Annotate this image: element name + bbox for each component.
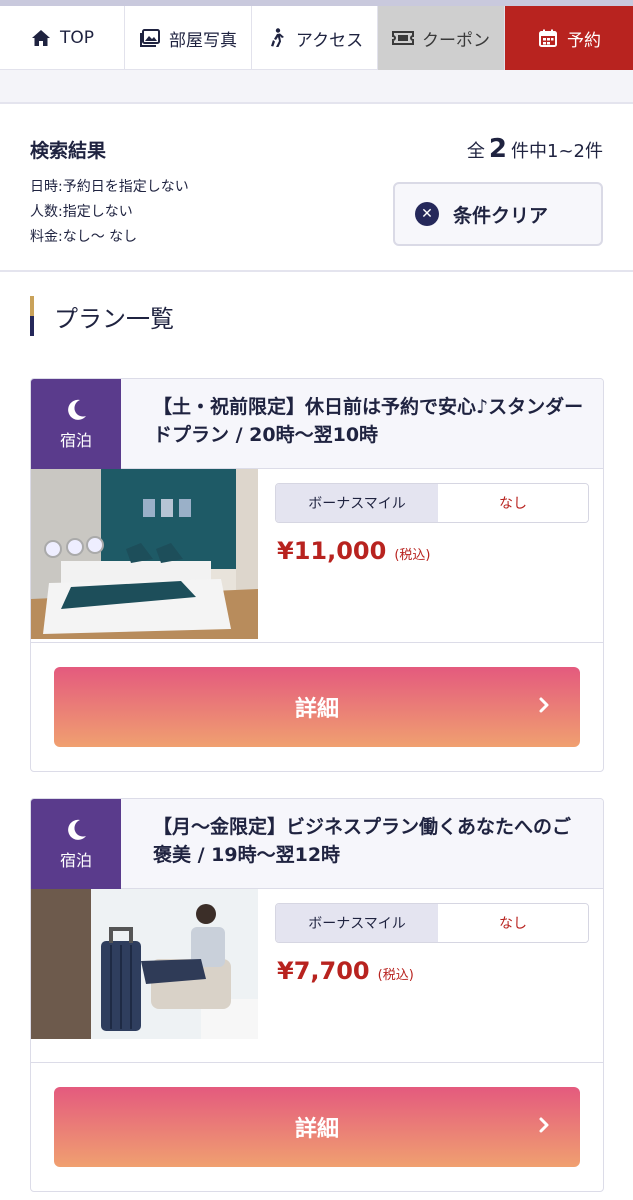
plan-list-title: プラン一覧 xyxy=(54,304,174,333)
nav-access-button[interactable]: アクセス xyxy=(252,6,378,70)
plan-title[interactable]: 【月〜金限定】ビジネスプラン働くあなたへのご褒美 / 19時〜翌12時 xyxy=(153,813,587,869)
moon-icon xyxy=(68,819,86,840)
detail-button[interactable]: 詳細 xyxy=(54,667,580,747)
chevron-right-icon xyxy=(539,1117,549,1133)
plan-price: ¥11,000 (税込) xyxy=(277,537,430,565)
plan-price-amount: ¥7,700 xyxy=(277,957,370,985)
bonus-mile-label: ボーナスマイル xyxy=(276,904,438,942)
nav-top-label: TOP xyxy=(59,28,95,48)
heading-accent-bar xyxy=(30,296,34,336)
plan-room-photo[interactable] xyxy=(31,889,258,1059)
plan-price-tax: (税込) xyxy=(377,968,414,983)
plan-title[interactable]: 【土・祝前限定】休日前は予約で安心♪スタンダードプラン / 20時〜翌10時 xyxy=(153,393,587,449)
bonus-mile-value: なし xyxy=(438,484,588,522)
bonus-mile-box: ボーナスマイル なし xyxy=(275,483,589,523)
stay-badge-label: 宿泊 xyxy=(59,851,92,870)
plan-card-body: ボーナスマイル なし ¥11,000 (税込) xyxy=(31,469,603,643)
detail-button-label: 詳細 xyxy=(294,697,339,722)
result-count: 全 2 件中1~2件 xyxy=(467,134,603,164)
nav-coupon-button[interactable]: クーポン xyxy=(378,6,505,70)
nav-top-button[interactable]: TOP xyxy=(0,6,125,70)
search-result-panel: 検索結果 日時:予約日を指定しない 人数:指定しない 料金:なし〜 なし 全 2… xyxy=(0,106,633,272)
result-count-prefix: 全 xyxy=(466,141,485,162)
search-price: 料金:なし〜 なし xyxy=(30,229,138,245)
detail-button-label: 詳細 xyxy=(294,1117,339,1142)
plan-card-header: 宿泊 【土・祝前限定】休日前は予約で安心♪スタンダードプラン / 20時〜翌10… xyxy=(31,379,603,469)
moon-icon xyxy=(68,399,86,420)
plan-price-tax: (税込) xyxy=(394,548,431,563)
stay-badge: 宿泊 xyxy=(31,379,121,469)
plan-card-body: ボーナスマイル なし ¥7,700 (税込) xyxy=(31,889,603,1063)
close-icon: ✕ xyxy=(415,202,439,226)
detail-button[interactable]: 詳細 xyxy=(54,1087,580,1167)
stay-badge-label: 宿泊 xyxy=(59,431,92,450)
walking-person-icon xyxy=(266,27,288,49)
stay-badge: 宿泊 xyxy=(31,799,121,889)
plan-list-heading: プラン一覧 xyxy=(30,296,174,336)
plan-card: 宿泊 【土・祝前限定】休日前は予約で安心♪スタンダードプラン / 20時〜翌10… xyxy=(30,378,604,772)
nav-reserve-label: 予約 xyxy=(567,30,601,51)
nav-coupon-label: クーポン xyxy=(422,30,490,51)
ticket-icon xyxy=(392,27,414,49)
chevron-right-icon xyxy=(539,697,549,713)
top-navigation: TOP 部屋写真 アクセス クーポン 予約 xyxy=(0,0,633,70)
plan-card-footer: 詳細 xyxy=(31,643,603,771)
clear-conditions-button[interactable]: ✕ 条件クリア xyxy=(393,182,603,246)
search-date: 日時:予約日を指定しない xyxy=(30,179,189,195)
nav-photo-label: 部屋写真 xyxy=(169,30,237,51)
bonus-mile-value: なし xyxy=(438,904,588,942)
nav-reserve-button[interactable]: 予約 xyxy=(505,6,633,70)
plan-price: ¥7,700 (税込) xyxy=(277,957,414,985)
clear-conditions-label: 条件クリア xyxy=(453,204,549,227)
bonus-mile-box: ボーナスマイル なし xyxy=(275,903,589,943)
result-count-suffix: 件中1~2件 xyxy=(511,141,603,162)
home-icon xyxy=(30,27,52,49)
scrolled-strip xyxy=(0,70,633,104)
plan-card-header: 宿泊 【月〜金限定】ビジネスプラン働くあなたへのご褒美 / 19時〜翌12時 xyxy=(31,799,603,889)
plan-card: 宿泊 【月〜金限定】ビジネスプラン働くあなたへのご褒美 / 19時〜翌12時 ボ… xyxy=(30,798,604,1192)
nav-access-label: アクセス xyxy=(295,30,364,51)
calendar-icon xyxy=(537,27,559,49)
search-people: 人数:指定しない xyxy=(30,204,133,220)
photo-icon xyxy=(139,27,161,49)
result-count-total: 2 xyxy=(488,134,507,164)
plan-price-amount: ¥11,000 xyxy=(277,537,387,565)
nav-room-photos-button[interactable]: 部屋写真 xyxy=(125,6,252,70)
plan-card-footer: 詳細 xyxy=(31,1063,603,1191)
search-result-title: 検索結果 xyxy=(30,140,107,162)
bonus-mile-label: ボーナスマイル xyxy=(276,484,438,522)
plan-room-photo[interactable] xyxy=(31,469,258,639)
